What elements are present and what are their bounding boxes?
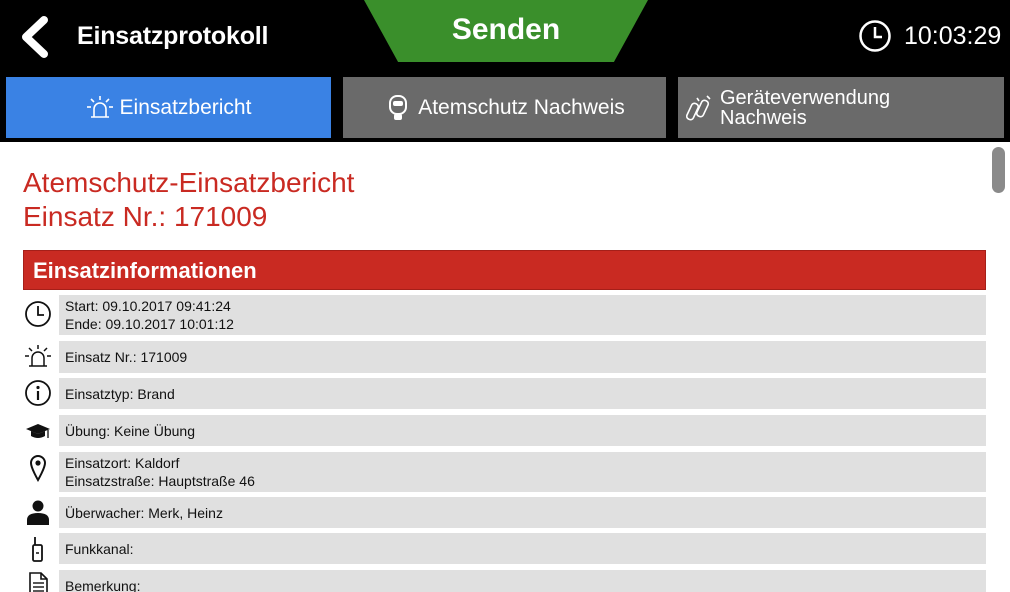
oxygen-bottles-icon — [686, 94, 711, 120]
clock-icon — [25, 301, 51, 327]
info-row-einsatz-nr: Einsatz Nr.: 171009 — [0, 341, 990, 373]
info-box: Einsatztyp: Brand — [59, 378, 986, 409]
section-header: Einsatzinformationen — [23, 250, 986, 290]
info-box: Start: 09.10.2017 09:41:24 Ende: 09.10.2… — [59, 295, 986, 335]
einsatz-nr-text: Einsatz Nr.: 171009 — [65, 349, 188, 365]
report-title: Atemschutz-Einsatzbericht — [23, 167, 355, 198]
siren-icon — [86, 95, 113, 118]
document-icon — [29, 572, 48, 592]
tab-label: Einsatzbericht — [119, 95, 252, 119]
info-row-funkkanal: Funkkanal: — [0, 533, 990, 564]
einsatztyp-text: Einsatztyp: Brand — [65, 385, 175, 402]
siren-icon — [25, 345, 51, 367]
ueberwacher-text: Überwacher: Merk, Heinz — [65, 504, 223, 521]
start-time: Start: 09.10.2017 09:41:24 — [65, 298, 231, 314]
back-arrow-icon[interactable] — [18, 16, 52, 58]
tab-label: Atemschutz Nachweis — [418, 95, 625, 119]
person-icon — [27, 500, 49, 525]
funkkanal-text: Funkkanal: — [65, 540, 134, 557]
uebung-text: Übung: Keine Übung — [65, 422, 195, 439]
report-content[interactable]: Atemschutz-Einsatzbericht Einsatz Nr.: 1… — [0, 142, 1010, 592]
graduation-cap-icon — [26, 424, 50, 438]
info-row-einsatzort: Einsatzort: Kaldorf Einsatzstraße: Haupt… — [0, 452, 990, 492]
info-box: Überwacher: Merk, Heinz — [59, 497, 986, 528]
top-bar: Einsatzprotokoll Senden 10:03:29 — [0, 0, 1010, 70]
location-pin-icon — [29, 454, 47, 482]
info-box: Einsatz Nr.: 171009 — [59, 341, 986, 373]
end-time: Ende: 09.10.2017 10:01:12 — [65, 316, 234, 332]
info-row-bemerkung: Bemerkung: — [0, 570, 990, 592]
info-box: Übung: Keine Übung — [59, 415, 986, 446]
tab-geraeteverwendung-nachweis[interactable]: Geräteverwendung Nachweis — [678, 77, 1004, 138]
tab-einsatzbericht[interactable]: Einsatzbericht — [6, 77, 331, 138]
send-button[interactable]: Senden — [364, 0, 648, 62]
breathing-mask-icon — [389, 94, 408, 120]
info-box: Funkkanal: — [59, 533, 986, 564]
radio-icon — [32, 537, 43, 562]
info-row-uebung: Übung: Keine Übung — [0, 415, 990, 446]
info-box: Bemerkung: — [59, 570, 986, 592]
report-number: Einsatz Nr.: 171009 — [23, 201, 268, 232]
info-row-einsatztyp: Einsatztyp: Brand — [0, 378, 990, 409]
page-title: Einsatzprotokoll — [77, 22, 269, 50]
report-heading: Atemschutz-Einsatzbericht Einsatz Nr.: 1… — [23, 166, 354, 234]
info-row-time: Start: 09.10.2017 09:41:24 Ende: 09.10.2… — [0, 295, 990, 335]
tab-bar: Einsatzbericht Atemschutz Nachweis Gerät… — [0, 77, 1010, 139]
tab-atemschutz-nachweis[interactable]: Atemschutz Nachweis — [343, 77, 666, 138]
einsatzort-text: Einsatzort: Kaldorf — [65, 455, 180, 471]
clock-icon — [859, 20, 891, 52]
scrollbar-thumb[interactable] — [992, 147, 1005, 193]
info-row-ueberwacher: Überwacher: Merk, Heinz — [0, 497, 990, 528]
info-box: Einsatzort: Kaldorf Einsatzstraße: Haupt… — [59, 452, 986, 492]
bemerkung-text: Bemerkung: — [65, 577, 141, 592]
einsatzstrasse-text: Einsatzstraße: Hauptstraße 46 — [65, 473, 255, 489]
info-icon — [25, 380, 51, 406]
tab-label: Geräteverwendung Nachweis — [720, 86, 891, 129]
clock-time: 10:03:29 — [904, 22, 1002, 50]
